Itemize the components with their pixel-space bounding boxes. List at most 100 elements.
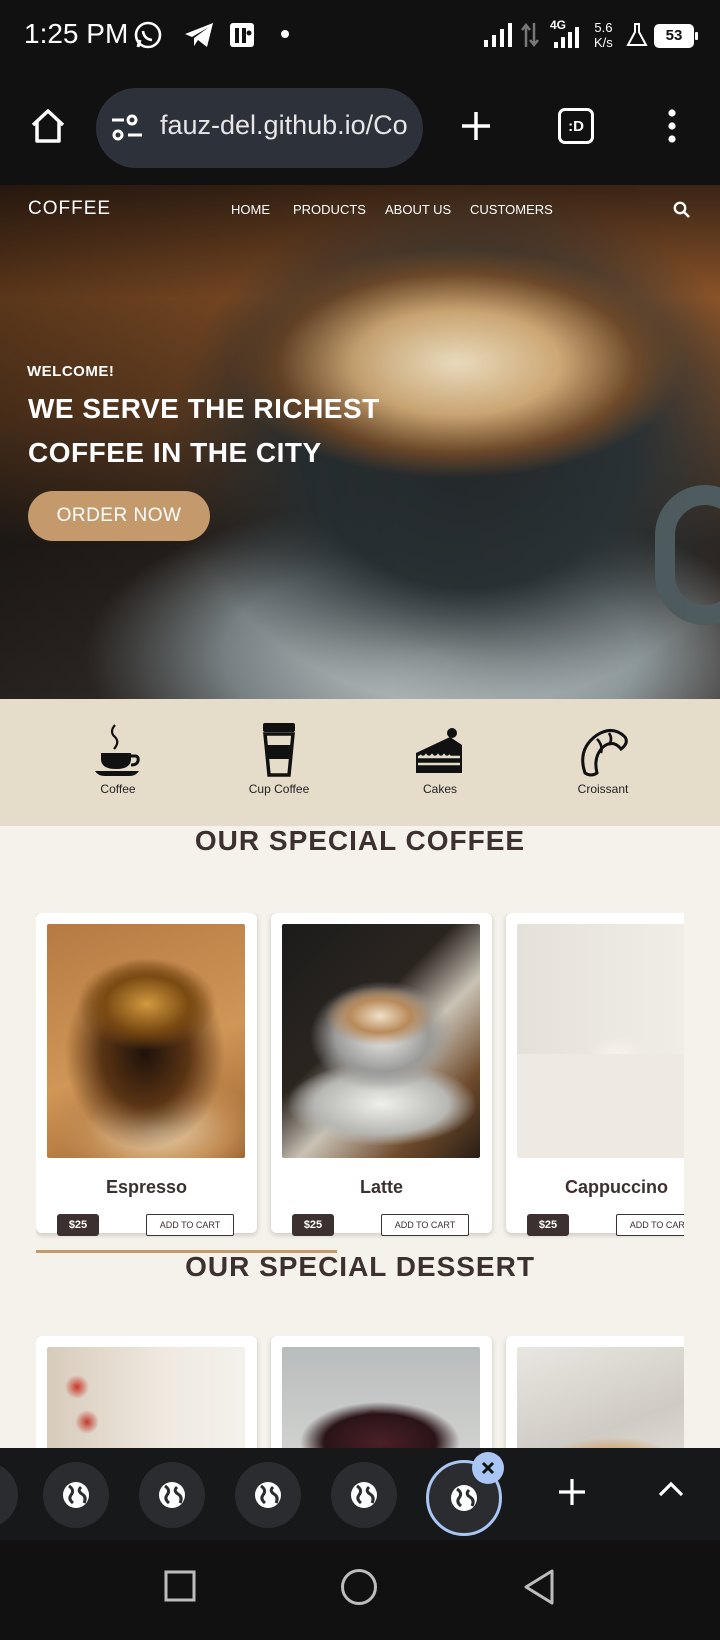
dessert-card-2[interactable] — [271, 1336, 492, 1448]
latte-image — [282, 924, 480, 1158]
status-time: 1:25 PM — [24, 18, 129, 49]
product-name: Latte — [359, 1177, 403, 1197]
web-page: COFFEE HOME PRODUCTS ABOUT US CUSTOMERS … — [0, 185, 720, 1448]
category-bar: Coffee Cup Coffee Cakes Croissant — [0, 699, 720, 826]
category-croissant[interactable]: Croissant — [543, 721, 663, 797]
recents-button[interactable] — [164, 1570, 196, 1607]
globe-icon — [63, 1482, 89, 1508]
order-now-button[interactable]: ORDER NOW — [28, 491, 210, 541]
add-to-cart-button[interactable]: ADD TO CART — [616, 1214, 684, 1236]
category-label: Cakes — [422, 782, 457, 796]
category-label: Croissant — [577, 782, 629, 796]
product-card-latte[interactable]: Latte $25 ADD TO CART — [271, 913, 492, 1236]
product-name: Cappuccino — [564, 1177, 668, 1197]
close-tab-button[interactable] — [472, 1452, 504, 1484]
tab-strip-new-tab-button[interactable] — [556, 1476, 588, 1513]
data-transfer-icon — [520, 20, 540, 55]
welcome-text: WELCOME! — [27, 363, 115, 380]
home-button[interactable] — [22, 100, 74, 152]
product-name: Espresso — [105, 1177, 188, 1197]
screen: 1:25 PM 4G 5.6 K/s 53 fauz-del.github.io… — [0, 0, 720, 1640]
dessert-card-3[interactable] — [506, 1336, 684, 1448]
croissant-icon — [543, 721, 663, 777]
speed-unit: K/s — [594, 35, 613, 50]
product-price: $25 — [292, 1214, 334, 1236]
category-label: Coffee — [100, 782, 136, 796]
whatsapp-icon — [133, 20, 163, 55]
plus-icon — [462, 112, 490, 140]
speed-value: 5.6 — [594, 20, 613, 35]
site-settings-icon[interactable] — [110, 114, 144, 147]
product-price: $25 — [527, 1214, 569, 1236]
chevron-up-icon — [658, 1481, 684, 1497]
square-icon — [164, 1570, 196, 1602]
tab-switcher-button[interactable]: :D — [558, 108, 594, 144]
add-to-cart-button[interactable]: ADD TO CART — [381, 1214, 469, 1236]
dessert-image-1 — [47, 1347, 245, 1448]
signal-icon — [482, 20, 516, 55]
dessert-card-1[interactable] — [36, 1336, 257, 1448]
browser-menu-button[interactable] — [650, 102, 694, 150]
tab-thumbnail[interactable] — [139, 1462, 205, 1528]
headline-line-1: WE SERVE THE RICHEST — [28, 393, 380, 424]
close-icon — [481, 1461, 495, 1475]
plus-icon — [559, 1479, 585, 1505]
espresso-image — [47, 924, 245, 1158]
cake-icon — [380, 721, 500, 777]
back-button[interactable] — [522, 1568, 556, 1611]
coffee-carousel[interactable]: Espresso $25 ADD TO CART Latte $25 ADD T… — [36, 913, 684, 1239]
headline-line-2: COFFEE IN THE CITY — [28, 437, 322, 468]
add-to-cart-button[interactable]: ADD TO CART — [146, 1214, 234, 1236]
takeaway-cup-icon — [219, 721, 339, 777]
back-triangle-icon — [524, 1569, 554, 1605]
category-cakes[interactable]: Cakes — [380, 721, 500, 797]
expand-tab-strip-button[interactable] — [656, 1480, 686, 1505]
hero-headline: WE SERVE THE RICHEST COFFEE IN THE CITY — [28, 387, 448, 475]
category-coffee[interactable]: Coffee — [58, 721, 178, 797]
status-bar: 1:25 PM 4G 5.6 K/s 53 — [0, 0, 720, 72]
tab-thumbnail[interactable] — [235, 1462, 301, 1528]
product-card-cappuccino[interactable]: Cappuccino $25 ADD TO CART — [506, 913, 684, 1236]
category-label: Cup Coffee — [248, 782, 310, 796]
system-navigation-bar — [0, 1540, 720, 1640]
url-text: fauz-del.github.io/Co — [160, 110, 408, 140]
tab-strip — [0, 1448, 720, 1540]
coffee-cup-icon — [58, 721, 178, 777]
section-title-dessert: OUR SPECIAL DESSERT — [185, 1251, 535, 1282]
globe-icon — [451, 1485, 477, 1511]
product-price: $25 — [57, 1214, 99, 1236]
app-notification-icon — [228, 20, 256, 55]
new-tab-button[interactable] — [452, 102, 500, 150]
nav-customers[interactable]: CUSTOMERS — [470, 202, 553, 217]
cappuccino-image — [517, 924, 684, 1158]
nav-products[interactable]: PRODUCTS — [293, 202, 366, 217]
battery-indicator: 53 — [654, 24, 698, 48]
circle-icon — [341, 1569, 377, 1605]
flask-icon — [626, 22, 648, 53]
site-search-icon[interactable] — [673, 201, 691, 224]
section-title-coffee: OUR SPECIAL COFFEE — [194, 825, 526, 856]
signal-4g-icon — [550, 20, 584, 55]
nav-home[interactable]: HOME — [231, 202, 270, 217]
site-navbar: COFFEE HOME PRODUCTS ABOUT US CUSTOMERS — [0, 185, 720, 235]
nav-about-us[interactable]: ABOUT US — [385, 202, 451, 217]
tab-thumbnail[interactable] — [43, 1462, 109, 1528]
globe-icon — [255, 1482, 281, 1508]
tab-thumbnail[interactable] — [0, 1462, 18, 1528]
telegram-icon — [183, 20, 215, 55]
browser-toolbar: fauz-del.github.io/Co :D — [0, 72, 720, 185]
more-vert-icon — [668, 109, 676, 143]
site-logo[interactable]: COFFEE — [28, 198, 111, 220]
dessert-image-3 — [517, 1347, 684, 1448]
network-speed: 5.6 K/s — [594, 20, 613, 50]
dessert-image-2 — [282, 1347, 480, 1448]
category-cup-coffee[interactable]: Cup Coffee — [219, 721, 339, 797]
more-notifications-dot — [281, 30, 289, 38]
globe-icon — [159, 1482, 185, 1508]
dessert-carousel[interactable] — [36, 1336, 684, 1448]
globe-icon — [351, 1482, 377, 1508]
tab-thumbnail[interactable] — [331, 1462, 397, 1528]
product-card-espresso[interactable]: Espresso $25 ADD TO CART — [36, 913, 257, 1236]
home-nav-button[interactable] — [340, 1568, 378, 1611]
address-bar[interactable]: fauz-del.github.io/Co — [96, 88, 423, 168]
